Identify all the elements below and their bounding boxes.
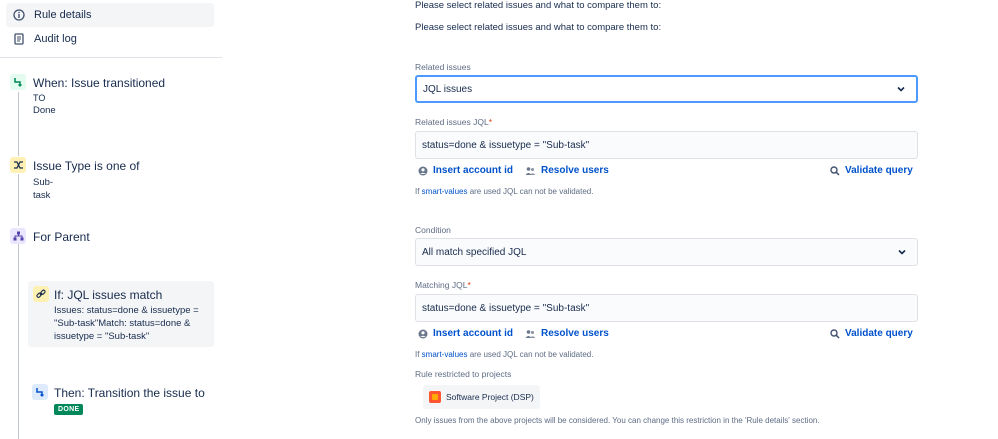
nav-rule-details-label: Rule details [34, 9, 92, 21]
trigger-icon [10, 74, 26, 90]
smart-values-link[interactable]: smart-values [422, 187, 468, 196]
trigger-title: When: Issue transitioned [33, 76, 166, 90]
document-icon [12, 32, 26, 46]
validate-query-button-2[interactable]: Validate query [830, 328, 913, 339]
done-status-badge: DONE [54, 404, 84, 415]
user-icon [418, 329, 428, 339]
condition-shuffle-icon [10, 157, 26, 173]
nav-rule-details[interactable]: Rule details [6, 3, 214, 27]
prompt-top: Please select related issues and what to… [415, 0, 662, 11]
resolve-users-button[interactable]: Resolve users [525, 165, 609, 176]
branch-icon [10, 228, 26, 244]
action-title: Then: Transition the issue to [54, 386, 205, 400]
chevron-down-icon [897, 86, 905, 92]
validate-query-button[interactable]: Validate query [830, 165, 913, 176]
info-icon [12, 8, 26, 22]
chevron-down-icon [898, 249, 906, 255]
nav-audit-log[interactable]: Audit log [6, 27, 214, 51]
prompt-text: Please select related issues and what to… [415, 22, 662, 33]
condition-value: All match specified JQL [422, 246, 527, 258]
people-icon [525, 166, 536, 176]
component-if-jql[interactable]: If: JQL issues match Issues: status=done… [28, 281, 214, 347]
related-jql-value: status=done & issuetype = "Sub-task" [422, 139, 590, 151]
if-description: Issues: status=done & issuetype = "Sub-t… [54, 305, 199, 342]
condition-value: Sub-task [33, 177, 54, 201]
related-jql-input[interactable]: status=done & issuetype = "Sub-task" [415, 131, 918, 159]
action-icon [32, 384, 48, 400]
nav-audit-log-label: Audit log [34, 33, 77, 45]
project-name: Software Project (DSP) [446, 392, 534, 402]
condition-title: Issue Type is one of [33, 159, 140, 173]
insert-account-id-button-2[interactable]: Insert account id [418, 328, 513, 339]
smart-values-hint-2: If smart-values are used JQL can not be … [415, 350, 594, 359]
connector-line [18, 174, 19, 226]
sidebar-divider [0, 57, 222, 58]
restricted-note: Only issues from the above projects will… [415, 416, 820, 425]
search-icon [830, 165, 840, 176]
related-issues-value: JQL issues [423, 83, 473, 95]
restricted-projects-label: Rule restricted to projects [415, 369, 512, 379]
resolve-users-button-2[interactable]: Resolve users [525, 328, 609, 339]
related-issues-label: Related issues [415, 62, 471, 72]
connector-line [18, 92, 19, 156]
project-icon [429, 391, 441, 403]
rule-config-panel: Please select related issues and what to… [222, 0, 998, 439]
matching-jql-label: Matching JQL* [415, 280, 471, 290]
matching-jql-input[interactable]: status=done & issuetype = "Sub-task" [415, 294, 918, 322]
related-jql-label: Related issues JQL* [415, 117, 493, 127]
link-icon [33, 286, 49, 302]
connector-line [18, 244, 19, 439]
condition-select[interactable]: All match specified JQL [415, 238, 918, 266]
people-icon [525, 329, 536, 339]
trigger-status: Done [33, 105, 56, 116]
if-title: If: JQL issues match [54, 288, 163, 302]
related-issues-select[interactable]: JQL issues [415, 75, 918, 103]
rule-sidebar: Rule details Audit log When: Issue trans… [0, 0, 222, 439]
smart-values-hint: If smart-values are used JQL can not be … [415, 187, 594, 196]
user-icon [418, 166, 428, 176]
smart-values-link-2[interactable]: smart-values [422, 350, 468, 359]
condition-label: Condition [415, 225, 451, 235]
matching-jql-value: status=done & issuetype = "Sub-task" [422, 302, 590, 314]
insert-account-id-button[interactable]: Insert account id [418, 165, 513, 176]
branch-title: For Parent [33, 230, 90, 244]
search-icon [830, 328, 840, 339]
project-chip: Software Project (DSP) [423, 385, 540, 409]
